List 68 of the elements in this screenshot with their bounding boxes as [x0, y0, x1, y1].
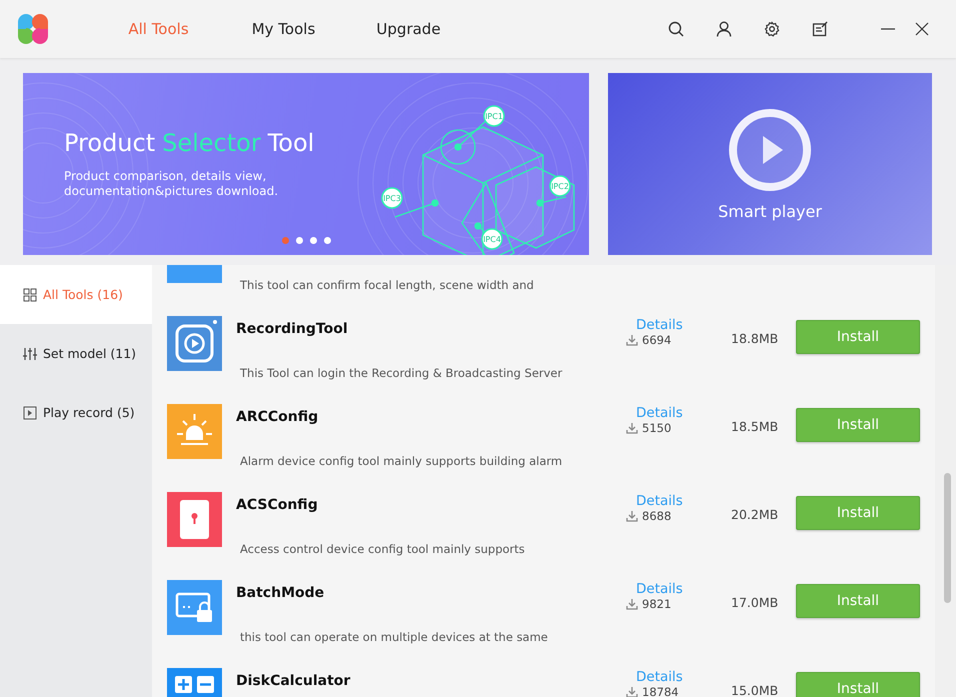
banner-subtitle: documentation&pictures download.	[64, 184, 280, 199]
carousel-dot[interactable]	[296, 237, 303, 244]
grid-icon	[23, 288, 37, 302]
tool-description: This Tool can login the Recording & Broadcasting Server	[240, 366, 564, 382]
carousel-dot[interactable]	[282, 237, 289, 244]
details-link[interactable]: Details	[636, 669, 683, 685]
install-button[interactable]: Install	[796, 672, 920, 697]
smart-player-banner[interactable]: Smart player	[608, 73, 932, 255]
tool-description: Alarm device config tool mainly supports building alarm	[240, 454, 564, 470]
close-icon[interactable]	[914, 21, 930, 37]
tool-name: ACSConfig	[236, 497, 319, 515]
download-count: 5150	[642, 421, 672, 435]
file-size: 18.5MB	[731, 419, 780, 436]
file-size: 20.2MB	[731, 507, 780, 524]
play-icon	[728, 108, 812, 192]
sidebar-item[interactable]: Play record (5)	[0, 383, 152, 442]
ipc-label: IPC4	[481, 228, 503, 250]
tool-name: DiskCalculator	[236, 673, 352, 691]
tool-description: this tool can operate on multiple devices at the same	[240, 630, 549, 646]
scrollbar-thumb[interactable]	[944, 473, 951, 603]
file-size: 18.8MB	[731, 331, 780, 348]
download-icon	[626, 422, 638, 434]
tool-description: Access control device config tool mainly supports	[240, 542, 526, 558]
product-selector-banner[interactable]: Product Selector Tool Product comparison, details view, documentation&pictures download. IPC1 IPC2 IPC3 IPC4	[23, 73, 589, 255]
note-icon[interactable]	[812, 21, 828, 37]
sidebar-item[interactable]: Set model (11)	[0, 324, 152, 383]
download-count: 9821	[642, 597, 672, 611]
ipc-label: IPC2	[549, 175, 571, 197]
nav-tab[interactable]: Upgrade	[346, 14, 471, 44]
ipc-label: IPC3	[381, 187, 403, 209]
download-icon	[626, 598, 638, 610]
download-count: 18784	[642, 685, 679, 697]
carousel-dot[interactable]	[310, 237, 317, 244]
details-link[interactable]: Details	[636, 317, 683, 333]
tool-name: RecordingTool	[236, 321, 349, 339]
ipc-label: IPC1	[483, 105, 505, 127]
sliders-icon	[23, 346, 37, 360]
title-highlight-text: Selector	[162, 129, 261, 157]
play-icon	[23, 406, 37, 420]
tool-description: This tool can confirm focal length, scene width and	[240, 278, 535, 294]
install-button[interactable]: Install	[796, 584, 920, 618]
details-link[interactable]: Details	[636, 581, 683, 597]
tool-name: BatchMode	[236, 585, 326, 603]
nav-tab[interactable]: All Tools	[96, 14, 221, 44]
banner-title-text: Tool	[268, 129, 314, 157]
user-icon[interactable]	[716, 21, 732, 37]
details-link[interactable]: Details	[636, 493, 683, 509]
download-icon	[626, 510, 638, 522]
banner-subtitle: Product comparison, details view,	[64, 169, 268, 184]
carousel-dot[interactable]	[324, 237, 331, 244]
nav-tab[interactable]: My Tools	[221, 14, 346, 44]
tool-name: ARCConfig	[236, 409, 320, 427]
download-count: 6694	[642, 333, 672, 347]
install-button[interactable]: Install	[796, 320, 920, 354]
banner-title-text: Product	[64, 129, 156, 157]
banner-label: Smart player	[718, 202, 822, 220]
file-size: 17.0MB	[731, 595, 780, 612]
settings-icon[interactable]	[764, 21, 780, 37]
download-icon	[626, 686, 638, 697]
file-size: 15.0MB	[731, 683, 780, 697]
install-button[interactable]: Install	[796, 408, 920, 442]
install-button[interactable]: Install	[796, 496, 920, 530]
app-logo-icon	[17, 13, 49, 45]
search-icon[interactable]	[668, 21, 684, 37]
download-count: 8688	[642, 509, 672, 523]
sidebar-item[interactable]: All Tools (16)	[0, 265, 152, 324]
details-link[interactable]: Details	[636, 405, 683, 421]
download-icon	[626, 334, 638, 346]
